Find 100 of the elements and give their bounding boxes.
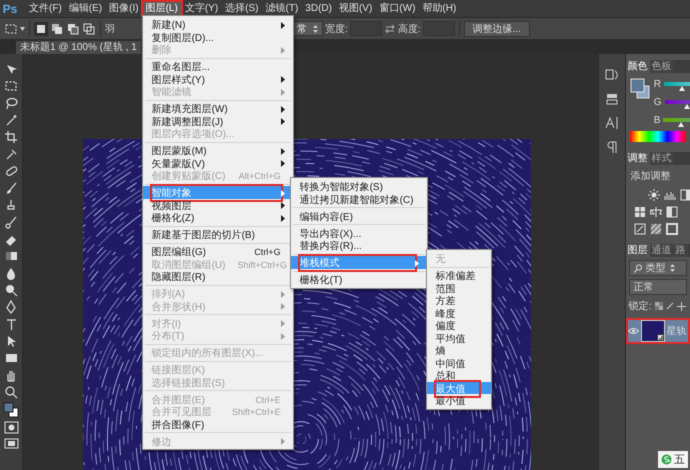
refine-edge-button[interactable]: 调整边缘... — [464, 20, 530, 36]
menu-bar-item[interactable]: 文件(F) — [26, 2, 65, 15]
menu-item[interactable]: 拼合图像(F) — [142, 418, 293, 430]
slider-thumb[interactable] — [678, 86, 685, 90]
style-dropdown[interactable]: 常 — [292, 21, 323, 36]
menu-item[interactable]: 峰度 — [426, 306, 491, 319]
menu-bar-item[interactable]: 文字(Y) — [182, 2, 222, 15]
photo-frame-icon[interactable] — [634, 223, 646, 235]
layer-filter-dropdown[interactable]: 类型 — [628, 260, 687, 276]
menu-item[interactable]: 方差 — [426, 294, 491, 306]
menu-item[interactable]: 最小值 — [426, 394, 491, 406]
menu-item[interactable]: 平均值 — [426, 332, 491, 344]
menu-item[interactable]: 重命名图层... — [142, 60, 293, 72]
menu-item[interactable]: 栅格化(T) — [290, 273, 427, 286]
color-swatches-icon[interactable] — [3, 402, 19, 418]
color-swatches-icon[interactable] — [630, 78, 650, 100]
blend-mode-dropdown[interactable]: 正常 — [628, 279, 687, 295]
magnifier-icon[interactable] — [4, 385, 18, 399]
menu-bar-item[interactable]: 窗口(W) — [376, 2, 418, 15]
menu-item[interactable]: 通过拷贝新建智能对象(C) — [290, 192, 427, 205]
brush-icon[interactable] — [666, 302, 674, 310]
menu-item[interactable]: 熵 — [426, 344, 491, 356]
menu-item[interactable]: 替换内容(R)... — [290, 239, 427, 252]
swap-arrows-icon[interactable] — [384, 22, 396, 34]
eye-icon[interactable] — [628, 327, 639, 335]
menu-item[interactable]: 新建基于图层的切片(B) — [142, 228, 293, 240]
menu-item[interactable]: 图层蒙版(M) — [142, 144, 293, 156]
menu-item[interactable]: 范围 — [426, 282, 491, 294]
menu-item[interactable]: 转换为智能对象(S) — [290, 180, 427, 192]
filled-square-icon[interactable] — [34, 22, 48, 36]
menu-item[interactable]: 偏度 — [426, 319, 491, 332]
slider-thumb[interactable] — [684, 104, 690, 108]
frame-icon[interactable] — [666, 223, 678, 235]
shortcut-label: Shift+Ctrl+E — [231, 407, 281, 417]
panel-tab[interactable]: 颜色 — [626, 60, 650, 73]
height-label: 高度: — [398, 22, 421, 36]
pen-icon[interactable] — [4, 300, 18, 314]
menu-bar-item[interactable]: 编辑(E) — [66, 2, 106, 15]
sun-icon[interactable] — [648, 189, 660, 201]
menu-item[interactable]: 导出内容(X)... — [290, 226, 427, 239]
panel-tab[interactable]: 路 — [674, 244, 688, 257]
character-icon[interactable] — [604, 116, 619, 130]
menu-bar-item[interactable]: 帮助(H) — [419, 2, 460, 15]
menu-item[interactable]: 矢量蒙版(V) — [142, 156, 293, 169]
menu-bar-item[interactable]: 3D(D) — [302, 2, 335, 15]
shortcut-label: Alt+Ctrl+G — [238, 171, 281, 181]
color-spectrum[interactable] — [630, 131, 686, 142]
half-filled-square-icon[interactable] — [666, 206, 678, 218]
outlined-squares-icon[interactable] — [82, 22, 96, 36]
menu-bar-item[interactable]: 视图(V) — [336, 2, 376, 15]
channel-label: B — [654, 114, 660, 126]
dashed-rectangle-icon — [4, 22, 18, 36]
menu-item[interactable]: 隐藏图层(R) — [142, 270, 293, 282]
menu-bar-item[interactable]: 图像(I) — [106, 2, 142, 15]
panel-tab[interactable]: 通道 — [650, 244, 674, 257]
history-brush-icon[interactable] — [4, 215, 18, 229]
paragraph-icon[interactable] — [604, 140, 619, 154]
dashed-rectangle-icon[interactable] — [4, 79, 18, 93]
quick-mask-icon[interactable] — [4, 421, 18, 434]
screen-mode-icon[interactable] — [4, 437, 18, 450]
rectangle-icon[interactable] — [4, 351, 18, 365]
panel-heading: 添加调整 — [630, 170, 672, 184]
panel-tab[interactable]: 调整 — [626, 152, 650, 165]
bandage-icon[interactable] — [4, 164, 18, 178]
submenu-arrow-icon — [280, 438, 285, 445]
overlapping-squares-icon[interactable] — [50, 22, 64, 36]
balance-scale-icon[interactable] — [650, 206, 662, 218]
histogram-icon[interactable] — [664, 189, 676, 201]
menu-item[interactable]: 栅格化(Z) — [142, 211, 293, 224]
panel-tab[interactable]: 图层 — [626, 244, 650, 257]
feather-label: 羽 — [105, 22, 115, 36]
menu-item[interactable]: 图层样式(Y) — [142, 72, 293, 85]
caret-icon[interactable] — [20, 26, 25, 30]
menu-item[interactable]: 中间值 — [426, 356, 491, 369]
menu-bar-item[interactable]: 选择(S) — [222, 2, 262, 15]
menu-item[interactable]: 编辑内容(E) — [290, 210, 427, 222]
menu-bar-item[interactable]: 滤镜(T) — [262, 2, 302, 15]
document-tab[interactable]: 未标题1 @ 100% (星轨 , 1 — [16, 41, 141, 54]
channel-label: G — [654, 96, 662, 108]
checkerboard-icon[interactable] — [654, 302, 662, 310]
menu-item[interactable]: 新建填充图层(W) — [142, 102, 293, 114]
gradient-icon[interactable] — [4, 249, 18, 263]
submenu-arrow-icon — [280, 46, 285, 54]
panel-tab[interactable]: 样式 — [650, 152, 674, 165]
diagonal-stripes-icon[interactable] — [650, 223, 662, 235]
move-cross-icon[interactable] — [676, 302, 686, 310]
menu-bar-item[interactable]: 图层(L) — [142, 2, 181, 15]
menu-item[interactable]: 标准偏差 — [426, 269, 491, 282]
crop-icon[interactable] — [4, 130, 18, 144]
menu-item[interactable]: 复制图层(D)... — [142, 30, 293, 43]
menu-item[interactable]: 图层编组(G) Ctrl+G — [142, 245, 293, 258]
menu-item[interactable]: 视频图层 — [142, 198, 293, 211]
overlapping-squares-icon[interactable] — [66, 22, 80, 36]
panel-tab[interactable]: 色板 — [650, 60, 674, 73]
grid-square-icon[interactable] — [634, 206, 646, 218]
menu-item[interactable]: 新建调整图层(J) — [142, 114, 293, 127]
lasso-icon[interactable] — [4, 96, 18, 110]
input-method-indicator[interactable]: 五 — [658, 451, 688, 468]
updown-caret-icon — [313, 24, 318, 32]
menu-item[interactable]: 新建(N) — [142, 18, 293, 30]
